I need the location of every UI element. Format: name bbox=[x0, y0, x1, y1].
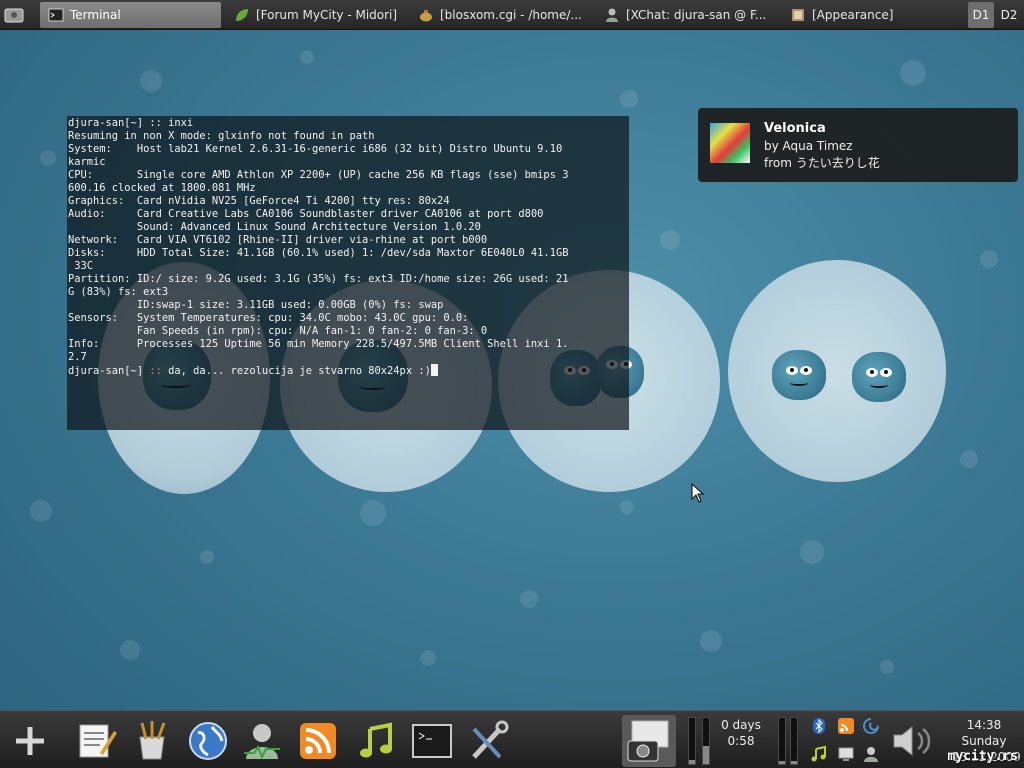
album-art-icon bbox=[710, 123, 750, 163]
network-swirl-icon[interactable] bbox=[862, 717, 880, 735]
terminal-line: 600.16 clocked at 1800.081 MHz bbox=[68, 182, 256, 194]
clock-time: 14:38 bbox=[966, 718, 1002, 732]
taskbar-item-terminal[interactable]: Terminal bbox=[40, 2, 221, 28]
add-launcher-button[interactable] bbox=[8, 719, 52, 763]
music-tray-icon[interactable] bbox=[810, 745, 828, 763]
xchat-person-icon bbox=[606, 8, 618, 22]
text-cursor bbox=[430, 364, 438, 376]
terminal-line: djura-san[~] :: inxi bbox=[68, 117, 194, 129]
workspace-d2-button[interactable]: D2 bbox=[996, 2, 1022, 28]
web-browser-launcher[interactable] bbox=[186, 719, 230, 763]
music-player-icon bbox=[360, 722, 392, 758]
appearance-icon bbox=[792, 9, 804, 21]
graphics-launcher[interactable] bbox=[130, 719, 174, 763]
display-tray-icon[interactable] bbox=[837, 745, 855, 763]
taskbar-item-blosxom[interactable]: [blosxom.cgi - /home/... bbox=[410, 2, 590, 28]
camera-screenshot-icon bbox=[627, 720, 669, 762]
taskbar-item-label: [Forum MyCity - Midori] bbox=[256, 8, 398, 22]
taskbar-item-label: [blosxom.cgi - /home/... bbox=[440, 8, 582, 22]
terminal-launcher[interactable] bbox=[410, 719, 454, 763]
taskbar-item-appearance[interactable]: [Appearance] bbox=[782, 2, 962, 28]
terminal-icon bbox=[412, 724, 452, 758]
messenger-launcher[interactable] bbox=[240, 719, 284, 763]
notification-artist: by Aqua Timez bbox=[764, 139, 853, 153]
prompt-user: djura-san[~] bbox=[68, 365, 150, 377]
music-player-launcher[interactable] bbox=[354, 719, 398, 763]
network-meter-1 bbox=[778, 717, 786, 765]
top-panel: Terminal [Forum MyCity - Midori] [blosxo… bbox=[0, 0, 1024, 30]
uptime-display: 0 days 0:58 bbox=[712, 717, 770, 749]
terminal-line: Partition: ID:/ size: 9.2G used: 3.1G (3… bbox=[68, 273, 569, 285]
terminal-line: Network: Card VIA VT6102 [Rhine-II] driv… bbox=[68, 234, 488, 246]
cpu-meter-1 bbox=[688, 717, 696, 765]
terminal-line: Audio: Card Creative Labs CA0106 Soundbl… bbox=[68, 208, 544, 220]
add-icon bbox=[16, 727, 44, 755]
taskbar-item-xchat[interactable]: [XChat: djura-san @ F... bbox=[596, 2, 778, 28]
mouse-pointer-icon bbox=[691, 483, 705, 503]
graphics-brush-icon bbox=[139, 721, 166, 760]
show-desktop-button[interactable] bbox=[4, 6, 24, 24]
prompt-marker: :: bbox=[149, 365, 162, 377]
window-list-icon bbox=[4, 8, 24, 23]
prompt-command: da, da... rezolucija je stvarno 80x24px … bbox=[161, 365, 431, 377]
rss-reader-launcher[interactable] bbox=[296, 719, 340, 763]
terminal-line: Sound: Advanced Linux Sound Architecture… bbox=[68, 221, 481, 233]
watermark-text: mycity.rs bbox=[947, 749, 1018, 764]
terminal-line: Graphics: Card nVidia NV25 [GeForce4 Ti … bbox=[68, 195, 450, 207]
notification-album: from うたい去りし花 bbox=[764, 156, 880, 170]
midori-leaf-icon bbox=[236, 9, 248, 21]
network-meter-2 bbox=[790, 717, 798, 765]
terminal-window[interactable]: djura-san[~] :: inxi Resuming in non X mo… bbox=[67, 116, 629, 430]
terminal-line: Fan Speeds (in rpm): cpu: N/A fan-1: 0 f… bbox=[68, 325, 488, 337]
notification-title: Velonica bbox=[764, 121, 826, 136]
taskbar-item-label: [Appearance] bbox=[812, 8, 894, 22]
user-tray-icon[interactable] bbox=[862, 745, 880, 763]
uptime-time: 0:58 bbox=[727, 734, 755, 748]
text-editor-launcher[interactable] bbox=[74, 719, 118, 763]
taskbar-item-midori[interactable]: [Forum MyCity - Midori] bbox=[226, 2, 406, 28]
rss-feed-icon bbox=[300, 723, 336, 759]
screenshot-applet[interactable] bbox=[622, 715, 676, 767]
terminal-prompt-line[interactable]: djura-san[~] :: da, da... rezolucija je … bbox=[68, 364, 628, 377]
bottom-panel: 0 days 0:58 14:38 Sunday 13.12.2009 myci… bbox=[0, 710, 1024, 768]
terminal-line: Sensors: System Temperatures: cpu: 34.0C… bbox=[68, 312, 469, 324]
terminal-line: Resuming in non X mode: glxinfo not foun… bbox=[68, 130, 375, 142]
uptime-days: 0 days bbox=[721, 718, 761, 732]
clock-day: Sunday bbox=[961, 734, 1007, 748]
terminal-line: Disks: HDD Total Size: 41.1GB (60.1% use… bbox=[68, 247, 569, 259]
terminal-line: 2.7 bbox=[68, 351, 87, 363]
settings-tools-icon bbox=[472, 720, 509, 759]
music-notification[interactable]: Velonica by Aqua Timez from うたい去りし花 bbox=[698, 108, 1018, 182]
taskbar-item-label: Terminal bbox=[70, 8, 121, 22]
terminal-line: 33C bbox=[68, 260, 94, 272]
web-browser-globe-icon bbox=[189, 722, 227, 760]
instant-messenger-icon bbox=[244, 724, 280, 760]
text-editor-icon bbox=[79, 724, 117, 758]
terminal-line: System: Host lab21 Kernel 2.6.31-16-gene… bbox=[68, 143, 563, 155]
workspace-d1-button[interactable]: D1 bbox=[968, 2, 994, 28]
cpu-meter-2 bbox=[702, 717, 710, 765]
terminal-line: ID:swap-1 size: 3.11GB used: 0.00GB (0%)… bbox=[68, 299, 444, 311]
terminal-output: djura-san[~] :: inxi Resuming in non X mo… bbox=[68, 117, 628, 364]
bluetooth-icon[interactable] bbox=[810, 717, 828, 735]
terminal-line: Info: Processes 125 Uptime 56 min Memory… bbox=[68, 338, 569, 350]
editor-teapot-icon bbox=[420, 10, 432, 22]
terminal-line: karmic bbox=[68, 156, 106, 168]
terminal-line: CPU: Single core AMD Athlon XP 2200+ (UP… bbox=[68, 169, 569, 181]
terminal-icon bbox=[48, 8, 64, 22]
rss-tray-icon[interactable] bbox=[837, 717, 855, 735]
taskbar-item-label: [XChat: djura-san @ F... bbox=[626, 8, 767, 22]
settings-launcher[interactable] bbox=[466, 719, 510, 763]
terminal-line: G (83%) fs: ext3 bbox=[68, 286, 169, 298]
speaker-volume-icon[interactable] bbox=[890, 721, 936, 761]
